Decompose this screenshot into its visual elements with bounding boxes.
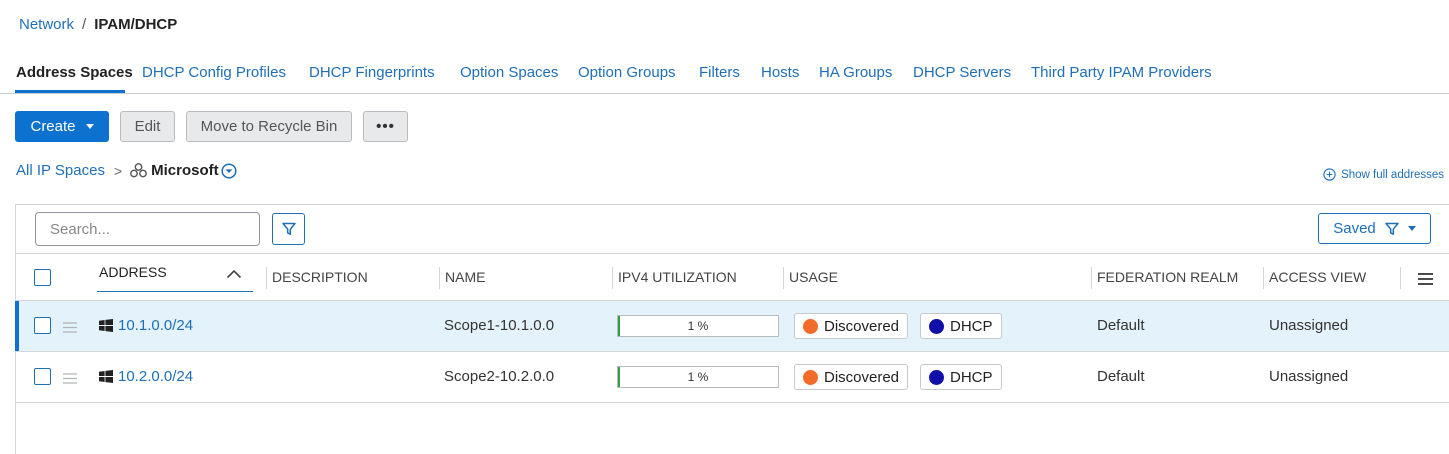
dhcp-dot-icon	[929, 318, 944, 334]
table-header: ADDRESS DESCRIPTION NAME IPV4 UTILIZATIO…	[16, 253, 1449, 301]
filter-icon	[281, 222, 296, 235]
more-actions-button[interactable]: •••	[363, 111, 408, 142]
usage-badge-label: DHCP	[950, 317, 993, 335]
edit-button[interactable]: Edit	[120, 111, 175, 142]
ip-space-breadcrumb: All IP Spaces > Microsoft	[16, 162, 237, 179]
breadcrumb-separator: /	[82, 16, 87, 33]
name-cell: Scope2-10.2.0.0	[444, 368, 555, 385]
show-full-addresses-link[interactable]: Show full addresses	[1323, 168, 1444, 181]
utilization-percent: 1 %	[687, 370, 709, 384]
dhcp-dot-icon	[929, 369, 944, 385]
column-divider[interactable]	[783, 267, 784, 289]
tab-address-spaces[interactable]: Address Spaces	[16, 64, 133, 81]
discovered-dot-icon	[803, 318, 818, 334]
utilization-percent: 1 %	[687, 319, 709, 333]
select-all-checkbox[interactable]	[34, 269, 51, 286]
row-checkbox[interactable]	[34, 368, 51, 385]
current-ip-space: Microsoft	[151, 162, 219, 179]
address-link[interactable]: 10.2.0.0/24	[118, 368, 193, 385]
column-menu-icon[interactable]	[1418, 272, 1433, 290]
tab-option-spaces[interactable]: Option Spaces	[460, 64, 558, 81]
column-header-ipv4-utilization[interactable]: IPV4 UTILIZATION	[618, 269, 737, 285]
caret-down-icon	[85, 124, 94, 129]
windows-icon	[99, 370, 113, 388]
column-divider[interactable]	[1263, 267, 1264, 289]
sorted-column-indicator	[97, 291, 253, 292]
tab-filters[interactable]: Filters	[699, 64, 740, 81]
usage-badge-discovered: Discovered	[794, 364, 909, 390]
row-checkbox[interactable]	[34, 317, 51, 334]
utilization-bar: 1 %	[617, 315, 779, 337]
tab-third-party-ipam-providers[interactable]: Third Party IPAM Providers	[1031, 64, 1212, 81]
column-header-name[interactable]: NAME	[445, 269, 485, 285]
active-tab-indicator	[15, 90, 125, 93]
create-button-label: Create	[30, 118, 76, 135]
show-full-addresses-label: Show full addresses	[1341, 168, 1444, 181]
column-divider[interactable]	[439, 267, 440, 289]
usage-badge-discovered: Discovered	[794, 313, 909, 339]
selected-row-indicator	[15, 301, 19, 351]
breadcrumb: Network / IPAM/DHCP	[19, 16, 177, 33]
utilization-bar: 1 %	[617, 366, 779, 388]
column-divider[interactable]	[1400, 267, 1401, 289]
column-divider[interactable]	[266, 267, 267, 289]
filter-icon	[1385, 222, 1399, 235]
all-ip-spaces-link[interactable]: All IP Spaces	[16, 162, 105, 179]
caret-down-icon	[1407, 226, 1416, 231]
discovered-dot-icon	[803, 369, 818, 385]
table-row[interactable]: 10.2.0.0/24 Scope2-10.2.0.0 1 % Discover…	[16, 352, 1449, 403]
column-header-access-view[interactable]: ACCESS VIEW	[1269, 269, 1366, 285]
space-dropdown-icon[interactable]	[221, 162, 237, 179]
column-header-description[interactable]: DESCRIPTION	[272, 269, 368, 285]
tab-option-groups[interactable]: Option Groups	[578, 64, 676, 81]
create-button[interactable]: Create	[15, 111, 109, 142]
windows-icon	[99, 319, 113, 337]
column-header-usage[interactable]: USAGE	[789, 269, 838, 285]
tab-dhcp-servers[interactable]: DHCP Servers	[913, 64, 1011, 81]
column-divider[interactable]	[1091, 267, 1092, 289]
breadcrumb-current: IPAM/DHCP	[94, 16, 178, 33]
usage-badge-label: Discovered	[824, 317, 900, 335]
search-input[interactable]: Search...	[35, 212, 260, 246]
plus-circle-icon	[1323, 168, 1336, 181]
drag-handle-icon[interactable]	[63, 320, 77, 338]
saved-filters-button[interactable]: Saved	[1318, 213, 1431, 244]
tab-hosts[interactable]: Hosts	[761, 64, 799, 81]
address-link[interactable]: 10.1.0.0/24	[118, 317, 193, 334]
column-header-address[interactable]: ADDRESS	[99, 264, 167, 280]
usage-badge-dhcp: DHCP	[920, 313, 1002, 339]
usage-badge-label: Discovered	[824, 368, 900, 386]
federation-realm-cell: Default	[1097, 317, 1145, 334]
address-table-panel: Search... Saved ADDRESS DESCRIPTION NAME…	[15, 204, 1449, 454]
usage-badge-label: DHCP	[950, 368, 993, 386]
sort-ascending-icon[interactable]	[226, 266, 242, 284]
tab-dhcp-fingerprints[interactable]: DHCP Fingerprints	[309, 64, 435, 81]
name-cell: Scope1-10.1.0.0	[444, 317, 555, 334]
usage-badge-dhcp: DHCP	[920, 364, 1002, 390]
ip-space-icon	[130, 163, 148, 178]
drag-handle-icon[interactable]	[63, 371, 77, 389]
tab-dhcp-config-profiles[interactable]: DHCP Config Profiles	[142, 64, 286, 81]
table-row[interactable]: 10.1.0.0/24 Scope1-10.1.0.0 1 % Discover…	[15, 301, 1449, 352]
access-view-cell: Unassigned	[1269, 368, 1349, 385]
column-header-federation-realm[interactable]: FEDERATION REALM	[1097, 269, 1238, 285]
tab-ha-groups[interactable]: HA Groups	[819, 64, 892, 81]
filter-button[interactable]	[272, 213, 305, 245]
federation-realm-cell: Default	[1097, 368, 1145, 385]
saved-filters-label: Saved	[1333, 220, 1376, 237]
chevron-right-icon: >	[113, 162, 123, 179]
breadcrumb-network-link[interactable]: Network	[19, 16, 74, 33]
column-divider[interactable]	[612, 267, 613, 289]
access-view-cell: Unassigned	[1269, 317, 1349, 334]
move-to-recycle-bin-button[interactable]: Move to Recycle Bin	[186, 111, 352, 142]
tab-bar: Address Spaces DHCP Config Profiles DHCP…	[0, 58, 1449, 94]
